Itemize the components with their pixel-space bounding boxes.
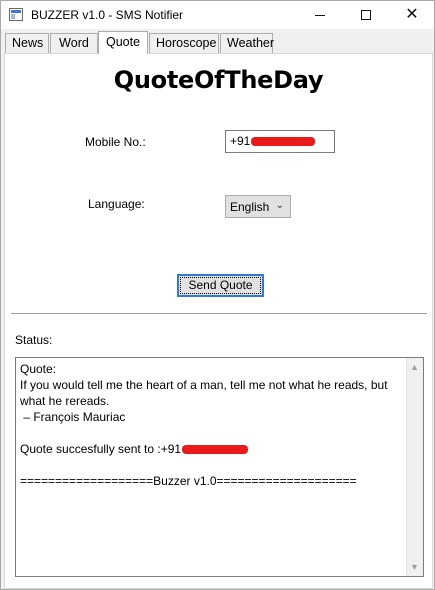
language-selected-value: English: [230, 200, 270, 214]
title-bar[interactable]: BUZZER v1.0 - SMS Notifier ✕: [1, 1, 434, 29]
quote-tab-panel: QuoteOfTheDay Mobile No.: +91 Language: …: [4, 53, 433, 589]
scroll-down-icon[interactable]: ▼: [410, 562, 419, 572]
send-quote-button[interactable]: Send Quote: [177, 274, 264, 297]
status-content: Quote: If you would tell me the heart of…: [20, 361, 404, 489]
divider: [11, 313, 427, 314]
redaction-mark: [251, 137, 316, 147]
status-line: – François Mauriac: [20, 410, 126, 424]
status-line: If you would tell me the heart of a man,…: [20, 378, 391, 408]
scroll-up-icon[interactable]: ▲: [410, 362, 419, 372]
mobile-number-value: +91: [230, 134, 251, 148]
maximize-button[interactable]: [343, 1, 389, 29]
tab-word[interactable]: Word: [50, 33, 98, 53]
chevron-down-icon: ⌄: [275, 200, 284, 211]
tab-quote[interactable]: Quote: [98, 31, 148, 54]
status-line-sent: Quote succesfully sent to :+91: [20, 441, 404, 457]
tab-news[interactable]: News: [5, 33, 49, 53]
maximize-icon: [361, 10, 371, 20]
tab-weather[interactable]: Weather: [220, 33, 274, 53]
language-label: Language:: [88, 197, 145, 211]
window-title: BUZZER v1.0 - SMS Notifier: [31, 8, 184, 22]
tab-horoscope[interactable]: Horoscope: [149, 33, 219, 53]
status-sent-text: Quote succesfully sent to :+91: [20, 442, 182, 456]
status-line: ===================Buzzer v1.0==========…: [20, 474, 357, 488]
status-line: [20, 457, 404, 473]
page-title: QuoteOfTheDay: [113, 66, 324, 94]
minimize-button[interactable]: [297, 1, 343, 29]
app-window: BUZZER v1.0 - SMS Notifier ✕ News Word Q…: [0, 0, 435, 590]
status-line: [20, 425, 404, 441]
status-textbox[interactable]: Quote: If you would tell me the heart of…: [15, 357, 424, 577]
app-window-icon: [9, 8, 23, 21]
status-label: Status:: [15, 333, 53, 347]
close-button[interactable]: ✕: [389, 1, 435, 29]
vertical-scrollbar[interactable]: ▲ ▼: [406, 358, 423, 576]
status-line: Quote:: [20, 362, 57, 376]
mobile-number-input[interactable]: +91: [225, 130, 335, 153]
language-select[interactable]: English ⌄: [225, 195, 291, 218]
mobile-label: Mobile No.:: [85, 135, 146, 149]
redaction-mark: [182, 445, 249, 455]
close-icon: ✕: [405, 6, 419, 23]
tab-strip: News Word Quote Horoscope Weather: [3, 31, 434, 54]
minimize-icon: [315, 14, 325, 16]
